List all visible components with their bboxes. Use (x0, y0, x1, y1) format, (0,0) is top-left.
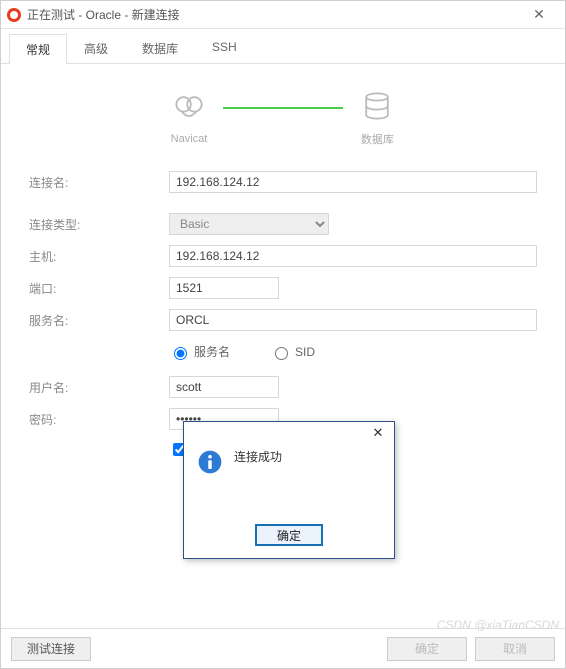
connection-diagram: Navicat 数据库 (29, 88, 537, 147)
modal-titlebar: ✕ (184, 422, 394, 444)
select-conn-type[interactable]: Basic (169, 213, 329, 235)
modal-close-button[interactable]: ✕ (366, 425, 390, 441)
radio-sid-input[interactable] (275, 347, 288, 360)
label-conn-type: 连接类型: (29, 216, 169, 233)
ok-button[interactable]: 确定 (387, 637, 467, 661)
label-username: 用户名: (29, 379, 169, 396)
tab-advanced[interactable]: 高级 (67, 33, 125, 63)
result-modal: ✕ 连接成功 确定 (183, 421, 395, 559)
radio-service-input[interactable] (174, 347, 187, 360)
modal-ok-button[interactable]: 确定 (255, 524, 323, 546)
modal-message: 连接成功 (234, 448, 282, 465)
input-port[interactable] (169, 277, 279, 299)
cancel-button[interactable]: 取消 (475, 637, 555, 661)
label-service-name: 服务名: (29, 312, 169, 329)
input-conn-name[interactable] (169, 171, 537, 193)
navicat-icon (171, 90, 207, 129)
footer: 测试连接 确定 取消 (1, 628, 565, 668)
label-conn-name: 连接名: (29, 174, 169, 191)
input-service-name[interactable] (169, 309, 537, 331)
tab-bar: 常规 高级 数据库 SSH (1, 29, 565, 64)
diagram-right-label: 数据库 (361, 131, 394, 147)
info-icon (196, 448, 224, 476)
test-connection-button[interactable]: 测试连接 (11, 637, 91, 661)
window: 正在测试 - Oracle - 新建连接 ✕ 常规 高级 数据库 SSH Nav… (0, 0, 566, 669)
tab-general[interactable]: 常规 (9, 34, 67, 64)
label-port: 端口: (29, 280, 169, 297)
form: 连接名: 连接类型: Basic 主机: 端口: 服务名: (29, 171, 537, 459)
tab-database[interactable]: 数据库 (125, 33, 195, 63)
oracle-icon (7, 8, 21, 22)
connector-line (223, 107, 343, 109)
input-host[interactable] (169, 245, 537, 267)
window-title: 正在测试 - Oracle - 新建连接 (27, 6, 180, 23)
input-username[interactable] (169, 376, 279, 398)
diagram-left-label: Navicat (171, 133, 208, 145)
radio-service[interactable]: 服务名 (169, 343, 230, 360)
tab-ssh[interactable]: SSH (195, 33, 254, 63)
database-icon (359, 88, 395, 127)
titlebar: 正在测试 - Oracle - 新建连接 ✕ (1, 1, 565, 29)
label-host: 主机: (29, 248, 169, 265)
radio-sid[interactable]: SID (270, 344, 315, 360)
window-close-button[interactable]: ✕ (519, 6, 559, 23)
label-password: 密码: (29, 411, 169, 428)
